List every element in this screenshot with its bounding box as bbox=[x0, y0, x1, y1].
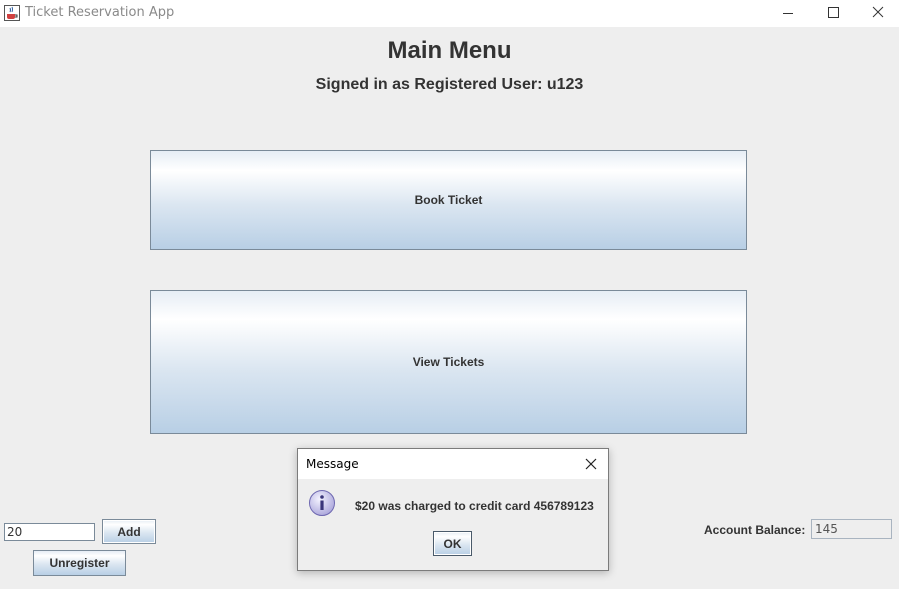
maximize-button[interactable] bbox=[810, 0, 856, 27]
close-icon bbox=[585, 458, 597, 470]
dialog-title: Message bbox=[306, 457, 359, 471]
signed-in-status: Signed in as Registered User: u123 bbox=[315, 76, 584, 93]
dialog-title-bar[interactable]: Message bbox=[298, 449, 608, 479]
page-title: Main Menu bbox=[387, 37, 512, 64]
account-balance-label: Account Balance: bbox=[704, 523, 806, 537]
account-balance-field: 145 bbox=[811, 519, 892, 539]
book-ticket-label: Book Ticket bbox=[414, 193, 483, 207]
close-window-button[interactable] bbox=[855, 0, 899, 27]
message-dialog: Message $20 was charged to credit card 4… bbox=[297, 448, 609, 571]
view-tickets-label: View Tickets bbox=[412, 355, 485, 369]
dialog-close-button[interactable] bbox=[582, 455, 600, 473]
ok-label: OK bbox=[443, 536, 462, 551]
java-cup-icon bbox=[4, 5, 20, 21]
title-bar: Ticket Reservation App bbox=[0, 0, 899, 27]
unregister-label: Unregister bbox=[49, 556, 110, 570]
window-title: Ticket Reservation App bbox=[25, 5, 175, 20]
minimize-button[interactable] bbox=[765, 0, 811, 27]
maximize-icon bbox=[828, 7, 839, 18]
add-label: Add bbox=[117, 524, 141, 539]
minimize-icon bbox=[783, 13, 793, 14]
app-window: Ticket Reservation App Main Menu Signed … bbox=[0, 0, 899, 589]
info-icon bbox=[309, 490, 335, 516]
dialog-message: $20 was charged to credit card 456789123 bbox=[355, 499, 594, 513]
ok-button[interactable]: OK bbox=[433, 531, 472, 556]
book-ticket-button[interactable]: Book Ticket bbox=[150, 150, 747, 250]
unregister-button[interactable]: Unregister bbox=[33, 550, 126, 576]
view-tickets-button[interactable]: View Tickets bbox=[150, 290, 747, 434]
amount-field[interactable] bbox=[4, 523, 95, 541]
close-icon bbox=[872, 6, 884, 18]
add-button[interactable]: Add bbox=[102, 519, 156, 544]
